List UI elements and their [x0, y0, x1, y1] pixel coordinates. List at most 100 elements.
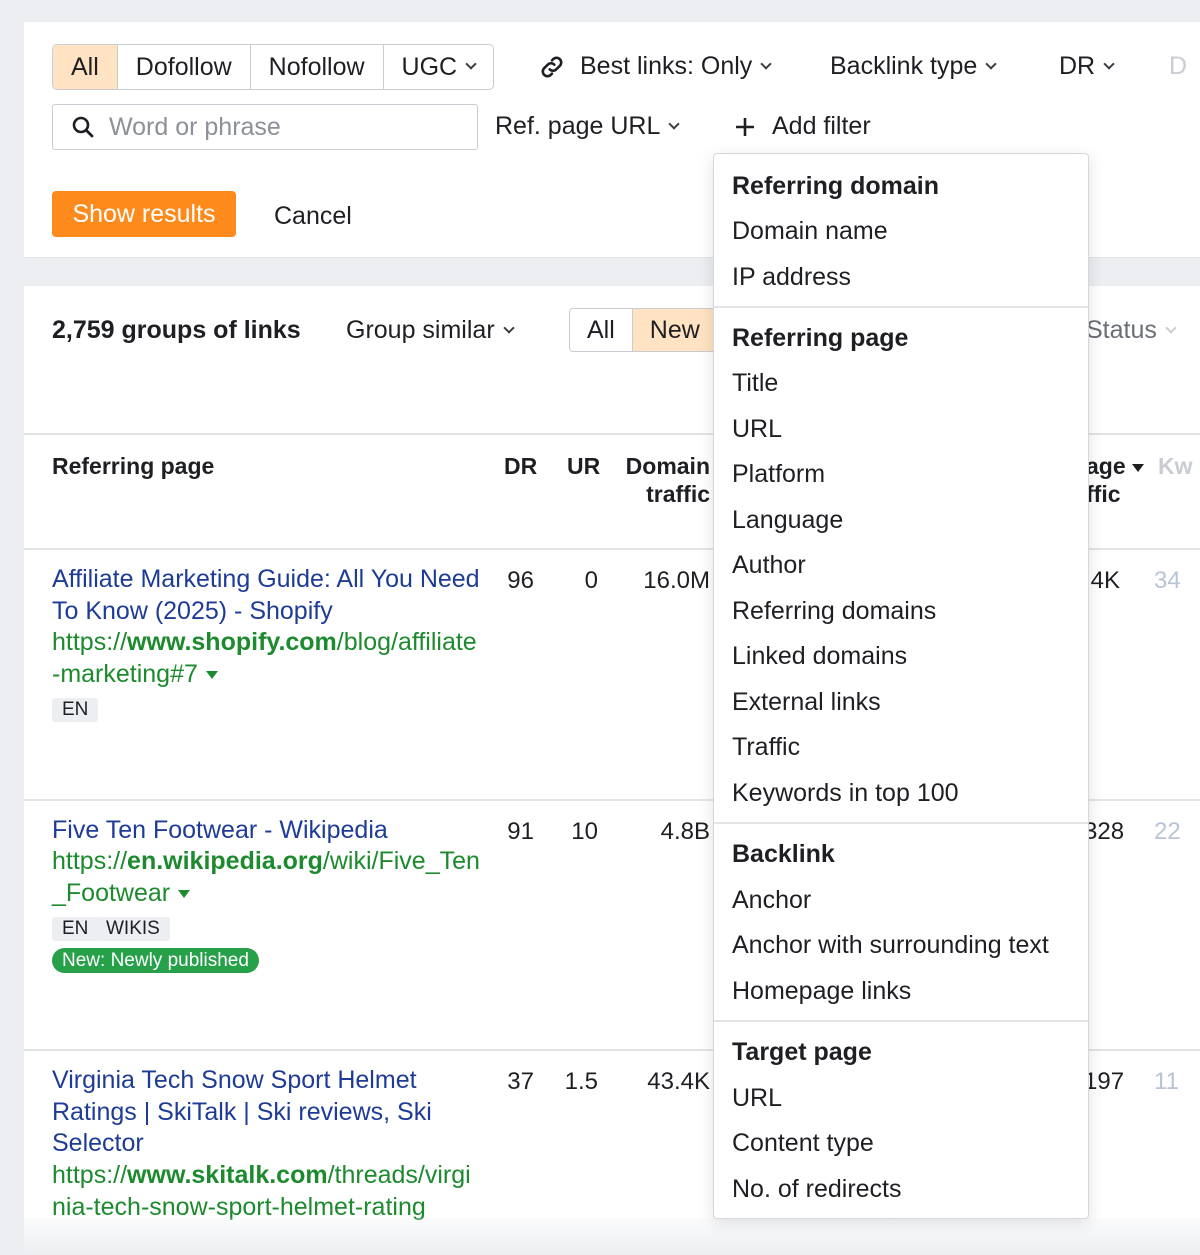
url-prefix: https://: [52, 847, 128, 875]
menu-item-language[interactable]: Language: [732, 506, 843, 535]
menu-item-referring-domains[interactable]: Referring domains: [732, 597, 936, 626]
row-url-link[interactable]: https://www.skitalk.com/threads/virginia…: [52, 1160, 482, 1223]
link-type-dofollow-label: Dofollow: [135, 52, 232, 81]
cell-dr: 96: [507, 567, 534, 594]
menu-section-header: Referring domain: [732, 172, 939, 200]
row-url-link[interactable]: https://en.wikipedia.org/wiki/Five_Ten_F…: [52, 846, 482, 909]
menu-section-header: Referring page: [732, 324, 909, 352]
row-url-link[interactable]: https://www.shopify.com/blog/affiliate-m…: [52, 627, 482, 690]
category-tag: WIKIS: [96, 917, 170, 941]
link-type-nofollow-label: Nofollow: [268, 52, 365, 81]
group-similar-label: Group similar: [346, 316, 495, 344]
cell-dr: 91: [507, 818, 534, 845]
show-results-label: Show results: [72, 199, 216, 228]
column-header-domain-traffic[interactable]: Domain traffic: [624, 452, 710, 508]
status-label: Status: [1086, 316, 1157, 344]
cell-domain-traffic: 4.8B: [660, 818, 710, 845]
new-lost-segmented-control: All New: [569, 308, 718, 352]
cell-keywords: 11: [1154, 1068, 1179, 1095]
menu-item-target-url[interactable]: URL: [732, 1084, 782, 1113]
segment-new[interactable]: New: [632, 309, 717, 351]
group-similar-dropdown[interactable]: Group similar: [346, 316, 515, 345]
menu-item-linked-domains[interactable]: Linked domains: [732, 642, 907, 671]
link-type-segmented-control: All Dofollow Nofollow UGC: [52, 44, 495, 90]
search-icon: [72, 116, 94, 138]
menu-item-keywords-top-100[interactable]: Keywords in top 100: [732, 779, 959, 808]
segment-all-label: All: [587, 315, 615, 344]
dr-dropdown[interactable]: DR: [1059, 52, 1115, 81]
cell-page-traffic: 197: [1084, 1068, 1125, 1095]
menu-item-traffic[interactable]: Traffic: [732, 733, 800, 762]
plus-icon: [736, 117, 754, 136]
segment-all[interactable]: All: [570, 309, 633, 351]
segment-new-label: New: [649, 315, 700, 344]
column-header-ur[interactable]: UR: [567, 452, 600, 480]
row-title-link[interactable]: Virginia Tech Snow Sport Helmet Ratings …: [52, 1065, 472, 1160]
menu-item-platform[interactable]: Platform: [732, 460, 825, 489]
column-header-page-traffic-line1: age: [1086, 453, 1126, 479]
menu-section-header: Target page: [732, 1038, 872, 1066]
menu-divider: [714, 822, 1088, 824]
url-domain: en.wikipedia.org: [127, 847, 323, 875]
column-header-keywords[interactable]: Kw: [1158, 452, 1193, 480]
cancel-label: Cancel: [274, 202, 352, 230]
best-links-label: Best links: Only: [580, 52, 753, 80]
cell-ur: 10: [571, 818, 598, 845]
show-results-button[interactable]: Show results: [52, 191, 236, 237]
link-type-all[interactable]: All: [53, 45, 118, 89]
menu-item-domain-name[interactable]: Domain name: [732, 217, 888, 246]
cell-keywords: 34: [1154, 567, 1181, 594]
menu-item-content-type[interactable]: Content type: [732, 1129, 874, 1158]
cell-keywords: 22: [1154, 818, 1181, 845]
link-type-all-label: All: [71, 52, 99, 81]
link-type-dofollow[interactable]: Dofollow: [118, 45, 251, 89]
menu-divider: [714, 306, 1088, 308]
search-field: [52, 104, 478, 150]
column-header-domain-traffic-line2: traffic: [646, 481, 710, 507]
menu-item-homepage-links[interactable]: Homepage links: [732, 977, 911, 1006]
partial-filter-label: D: [1169, 52, 1188, 80]
menu-item-url[interactable]: URL: [732, 415, 782, 444]
column-header-referring-page[interactable]: Referring page: [52, 452, 214, 480]
url-prefix: https://: [52, 1161, 128, 1189]
status-dropdown[interactable]: Status: [1086, 316, 1177, 345]
chevron-down-icon: [760, 57, 772, 70]
menu-item-external-links[interactable]: External links: [732, 688, 881, 717]
link-type-ugc-label: UGC: [401, 52, 458, 81]
menu-item-anchor[interactable]: Anchor: [732, 886, 811, 915]
menu-item-ip-address[interactable]: IP address: [732, 263, 851, 292]
link-type-nofollow[interactable]: Nofollow: [251, 45, 384, 89]
row-title-link[interactable]: Five Ten Footwear - Wikipedia: [52, 815, 482, 847]
menu-item-title[interactable]: Title: [732, 369, 778, 398]
ref-page-url-dropdown[interactable]: Ref. page URL: [495, 112, 681, 141]
column-header-page-traffic[interactable]: age ffic: [1086, 452, 1144, 508]
chevron-down-icon: [465, 58, 477, 70]
row-title-link[interactable]: Affiliate Marketing Guide: All You Need …: [52, 564, 482, 627]
cell-page-traffic: 328: [1084, 818, 1125, 845]
cancel-button[interactable]: Cancel: [274, 202, 352, 231]
bottom-fade: [24, 1218, 1200, 1255]
column-header-dr[interactable]: DR: [504, 452, 537, 480]
backlink-type-dropdown[interactable]: Backlink type: [830, 52, 997, 81]
sort-desc-icon: [1131, 463, 1144, 472]
partial-filter-dropdown[interactable]: D: [1169, 52, 1187, 81]
dr-label: DR: [1059, 52, 1096, 80]
results-count: 2,759 groups of links: [52, 316, 301, 344]
backlink-type-label: Backlink type: [830, 52, 978, 80]
language-tag: EN: [52, 917, 99, 941]
language-tag: EN: [52, 698, 99, 722]
chevron-down-icon: [1165, 321, 1177, 334]
chevron-down-icon: [502, 321, 515, 334]
cell-page-traffic: .4K: [1084, 567, 1121, 594]
caret-down-icon[interactable]: [178, 889, 191, 898]
menu-item-redirects[interactable]: No. of redirects: [732, 1175, 902, 1204]
link-type-ugc-dropdown[interactable]: UGC: [384, 45, 494, 89]
url-domain: www.skitalk.com: [127, 1161, 328, 1189]
search-input[interactable]: [109, 112, 449, 142]
menu-item-anchor-surrounding-text[interactable]: Anchor with surrounding text: [732, 931, 1049, 960]
best-links-dropdown[interactable]: Best links: Only: [538, 52, 772, 81]
add-filter-label: Add filter: [772, 112, 871, 140]
menu-item-author[interactable]: Author: [732, 551, 806, 580]
caret-down-icon[interactable]: [205, 670, 218, 679]
add-filter-button[interactable]: Add filter: [734, 112, 871, 141]
